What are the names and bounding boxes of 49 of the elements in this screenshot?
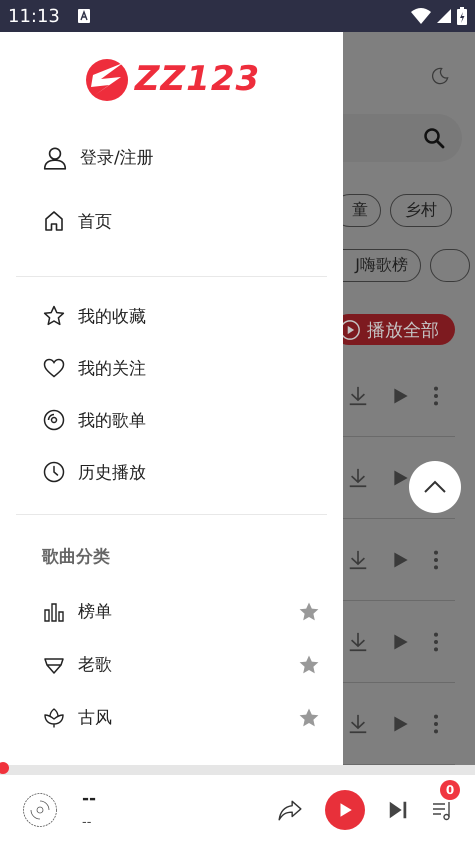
category-chip[interactable] [430,249,470,282]
moon-icon [429,66,451,86]
section-heading: 歌曲分类 [42,547,110,567]
search-field[interactable] [343,114,462,162]
chevron-up-icon [423,480,447,494]
more-icon [433,712,439,734]
status-time: 11:13 [8,6,60,26]
search-icon[interactable] [422,126,446,150]
progress-track[interactable] [0,765,475,775]
menu-item[interactable]: 首页 [78,210,112,232]
more-icon [433,630,439,652]
download-icon [347,466,369,488]
category-chip[interactable]: 童 [343,194,381,228]
category-chip[interactable]: 乡村 [390,194,452,228]
menu-item[interactable]: 我的歌单 [78,408,146,432]
wifi-icon [411,8,431,24]
signal-icon [437,9,451,23]
play-all-button[interactable]: 播放全部 [343,314,455,345]
clock-icon [42,460,66,484]
more-icon [433,548,439,570]
menu-item[interactable]: 古风 [78,706,285,729]
menu-item[interactable]: 历史播放 [78,460,146,484]
logo-text: ZZ123 [134,58,260,98]
download-icon [347,712,369,734]
star-icon [42,304,66,328]
menu-item[interactable]: 我的收藏 [78,304,146,328]
more-icon [433,384,439,406]
download-icon [347,630,369,652]
flower-icon [42,706,66,730]
download-icon [347,384,369,406]
home-icon [42,209,66,233]
menu-item[interactable]: 我的关注 [78,356,146,380]
login-link[interactable]: 登录/注册 [80,146,154,169]
menu-item[interactable]: 榜单 [78,600,285,623]
disc-icon [22,792,58,828]
download-icon [347,548,369,570]
menu-item[interactable]: 老歌 [78,653,285,676]
artist-name: -- [82,815,92,830]
queue-count-badge: 0 [440,780,460,800]
play-button[interactable] [325,790,365,830]
scroll-top-button[interactable] [409,461,461,513]
user-icon [42,144,68,170]
progress-thumb[interactable] [0,762,9,774]
category-chip[interactable]: J嗨歌榜 [343,249,421,282]
notification-icon [78,9,90,23]
song-title: -- [82,789,98,809]
disc-icon [42,408,66,432]
battery-icon [457,7,467,25]
heart-icon [42,356,66,380]
